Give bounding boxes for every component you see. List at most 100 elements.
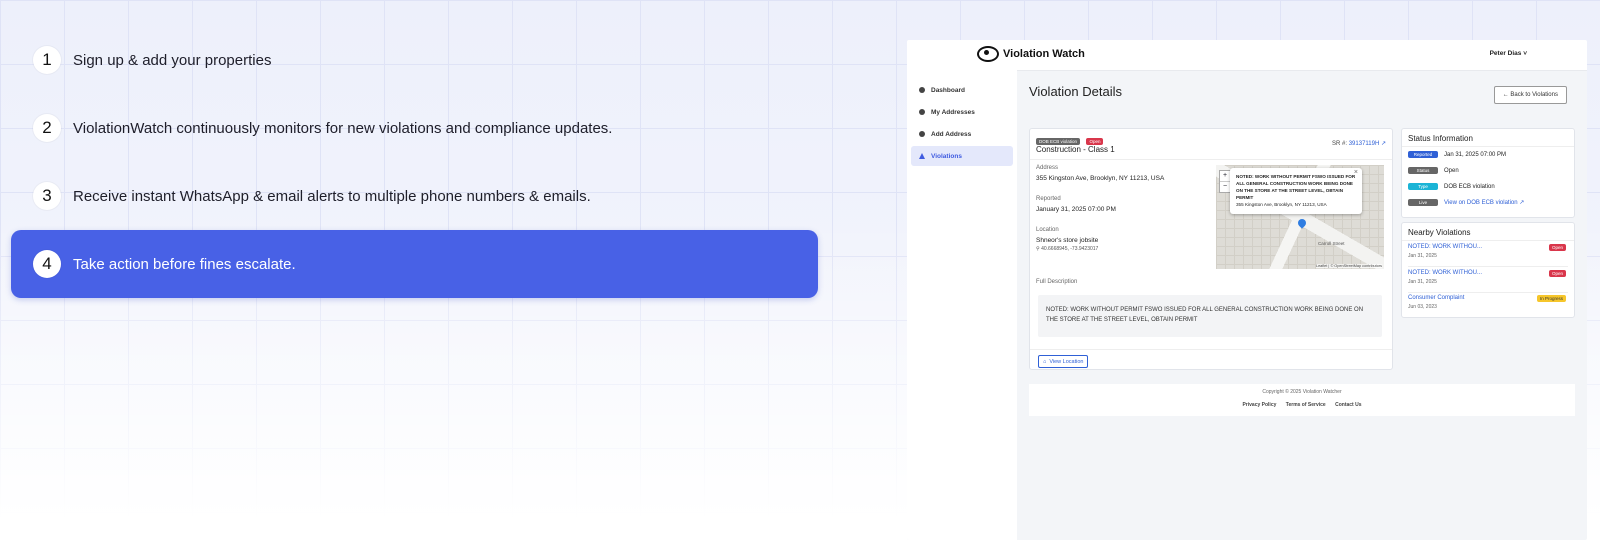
app-logo[interactable]: Violation Watch	[977, 46, 1085, 62]
step-text: ViolationWatch continuously monitors for…	[73, 119, 613, 137]
copyright: Copyright © 2025 Violation Watcher	[1262, 389, 1342, 395]
divider	[1030, 349, 1392, 350]
step-text: Receive instant WhatsApp & email alerts …	[73, 187, 591, 205]
sidebar-item-label: Violations	[931, 152, 962, 160]
nearby-item-badge: Open	[1548, 270, 1566, 277]
map-attribution[interactable]: Leaflet | © OpenStreetMap contributors	[1315, 264, 1382, 268]
status-row-value: Jan 31, 2025 07:00 PM	[1444, 151, 1507, 158]
zoom-out-button[interactable]: −	[1220, 181, 1230, 192]
list-item[interactable]: NOTED: WORK WITHOU... Jan 31, 2025 Open	[1408, 244, 1568, 267]
sidebar-item-violations[interactable]: Violations	[911, 146, 1013, 166]
map-popup: × NOTED: WORK WITHOUT PERMIT FSWO ISSUED…	[1230, 168, 1362, 214]
step-4[interactable]: 4 Take action before fines escalate.	[11, 230, 818, 298]
close-icon[interactable]: ×	[1354, 169, 1358, 176]
reported-label: Reported	[1036, 196, 1061, 202]
status-row-value: DOB ECB violation	[1444, 183, 1495, 190]
home-icon: ⌂	[1043, 358, 1047, 365]
sidebar-item-my-addresses[interactable]: My Addresses	[911, 102, 1013, 122]
steps-list: 1 Sign up & add your properties 2 Violat…	[11, 26, 818, 298]
status-row-badge: Live	[1408, 199, 1438, 206]
plus-circle-icon	[919, 131, 925, 137]
divider	[1402, 240, 1574, 241]
status-row: Reported Jan 31, 2025 07:00 PM	[1408, 151, 1506, 158]
step-2[interactable]: 2 ViolationWatch continuously monitors f…	[11, 94, 818, 162]
status-row-value: Open	[1444, 167, 1459, 174]
sidebar: Dashboard My Addresses Add Address Viola…	[907, 70, 1017, 540]
dob-link[interactable]: View on DOB ECB violation ↗	[1444, 199, 1524, 206]
description-box: NOTED: WORK WITHOUT PERMIT FSWO ISSUED F…	[1038, 295, 1382, 337]
view-location-label: View Location	[1049, 358, 1084, 365]
map-pin-icon: ⚲	[1036, 246, 1040, 252]
contact-link[interactable]: Contact Us	[1335, 402, 1361, 408]
sr-number: SR #: 39137119H ↗	[1332, 140, 1386, 147]
coordinates-value: 40.6668945, -73.9423017	[1041, 246, 1099, 252]
nearby-item-badge: In Progress	[1536, 295, 1566, 302]
list-item[interactable]: Consumer Complaint Jun 03, 2023 In Progr…	[1408, 295, 1568, 315]
sr-label: SR #:	[1332, 141, 1348, 147]
address-label: Address	[1036, 165, 1059, 171]
status-card: Status Information Reported Jan 31, 2025…	[1401, 128, 1575, 218]
step-1[interactable]: 1 Sign up & add your properties	[11, 26, 818, 94]
terms-link[interactable]: Terms of Service	[1286, 402, 1326, 408]
status-row-badge: Reported	[1408, 151, 1438, 158]
step-text: Sign up & add your properties	[73, 51, 272, 69]
sidebar-item-label: My Addresses	[931, 108, 975, 116]
violation-title: Construction - Class 1	[1036, 145, 1115, 154]
status-row: Type DOB ECB violation	[1408, 183, 1495, 190]
dashboard-icon	[919, 87, 925, 93]
location-block: Location Shneor's store jobsite ⚲ 40.666…	[1036, 227, 1098, 252]
address-block: Address 355 Kingston Ave, Brooklyn, NY 1…	[1036, 165, 1164, 182]
nearby-title: Nearby Violations	[1408, 228, 1471, 237]
nearby-card: Nearby Violations NOTED: WORK WITHOU... …	[1401, 222, 1575, 318]
coordinates: ⚲ 40.6668945, -73.9423017	[1036, 246, 1098, 252]
app-topbar: Violation Watch Peter Dias ˅	[907, 40, 1587, 71]
status-row: Status Open	[1408, 167, 1459, 174]
description-label: Full Description	[1036, 279, 1078, 285]
location-value: Shneor's store jobsite	[1036, 237, 1099, 244]
app-screenshot: Violation Watch Peter Dias ˅ Dashboard M…	[907, 40, 1587, 540]
violation-card: DOB ECB violation Open Construction - Cl…	[1029, 128, 1393, 370]
zoom-in-button[interactable]: +	[1220, 171, 1230, 181]
sidebar-item-label: Add Address	[931, 130, 972, 138]
step-number: 2	[33, 114, 61, 142]
location-label: Location	[1036, 227, 1059, 233]
step-text: Take action before fines escalate.	[73, 255, 296, 273]
sidebar-item-add-address[interactable]: Add Address	[911, 124, 1013, 144]
step-number: 4	[33, 250, 61, 278]
sidebar-item-dashboard[interactable]: Dashboard	[911, 80, 1013, 100]
divider	[1030, 159, 1392, 160]
brand-name: Violation Watch	[1003, 48, 1085, 60]
popup-text: NOTED: WORK WITHOUT PERMIT FSWO ISSUED F…	[1236, 174, 1356, 200]
divider	[1402, 146, 1574, 147]
reported-block: Reported January 31, 2025 07:00 PM	[1036, 196, 1116, 213]
step-number: 1	[33, 46, 61, 74]
back-button[interactable]: ← Back to Violations	[1493, 86, 1567, 104]
app-footer: Copyright © 2025 Violation Watcher Priva…	[1029, 384, 1575, 416]
status-title: Status Information	[1408, 134, 1473, 143]
map-pin-icon	[919, 109, 925, 115]
page-title: Violation Details	[1029, 84, 1122, 99]
reported-value: January 31, 2025 07:00 PM	[1036, 206, 1116, 213]
list-item[interactable]: NOTED: WORK WITHOU... Jan 31, 2025 Open	[1408, 270, 1568, 293]
step-number: 3	[33, 182, 61, 210]
nearby-item-date: Jun 03, 2023	[1408, 304, 1437, 310]
status-row-badge: Type	[1408, 183, 1438, 190]
step-3[interactable]: 3 Receive instant WhatsApp & email alert…	[11, 162, 818, 230]
footer-links: Privacy Policy Terms of Service Contact …	[1029, 402, 1575, 408]
street-label: Carroll Street	[1318, 241, 1345, 246]
warning-icon	[919, 153, 925, 159]
location-map[interactable]: + − × NOTED: WORK WITHOUT PERMIT FSWO IS…	[1216, 165, 1384, 269]
map-marker-icon[interactable]	[1296, 217, 1308, 229]
nearby-item-title[interactable]: NOTED: WORK WITHOU...	[1408, 270, 1568, 276]
sr-link[interactable]: 39137119H ↗	[1349, 141, 1386, 147]
view-location-button[interactable]: ⌂ View Location	[1038, 355, 1089, 368]
nearby-item-date: Jan 31, 2025	[1408, 279, 1437, 285]
status-row-badge: Status	[1408, 167, 1438, 174]
nearby-item-title[interactable]: NOTED: WORK WITHOU...	[1408, 244, 1568, 250]
privacy-link[interactable]: Privacy Policy	[1242, 402, 1276, 408]
popup-address: 355 Kingston Ave, Brooklyn, NY 11213, US…	[1236, 202, 1327, 207]
sidebar-item-label: Dashboard	[931, 86, 965, 94]
nearby-item-date: Jan 31, 2025	[1408, 253, 1437, 259]
user-menu[interactable]: Peter Dias ˅	[1490, 50, 1527, 57]
nearby-item-badge: Open	[1548, 244, 1566, 251]
